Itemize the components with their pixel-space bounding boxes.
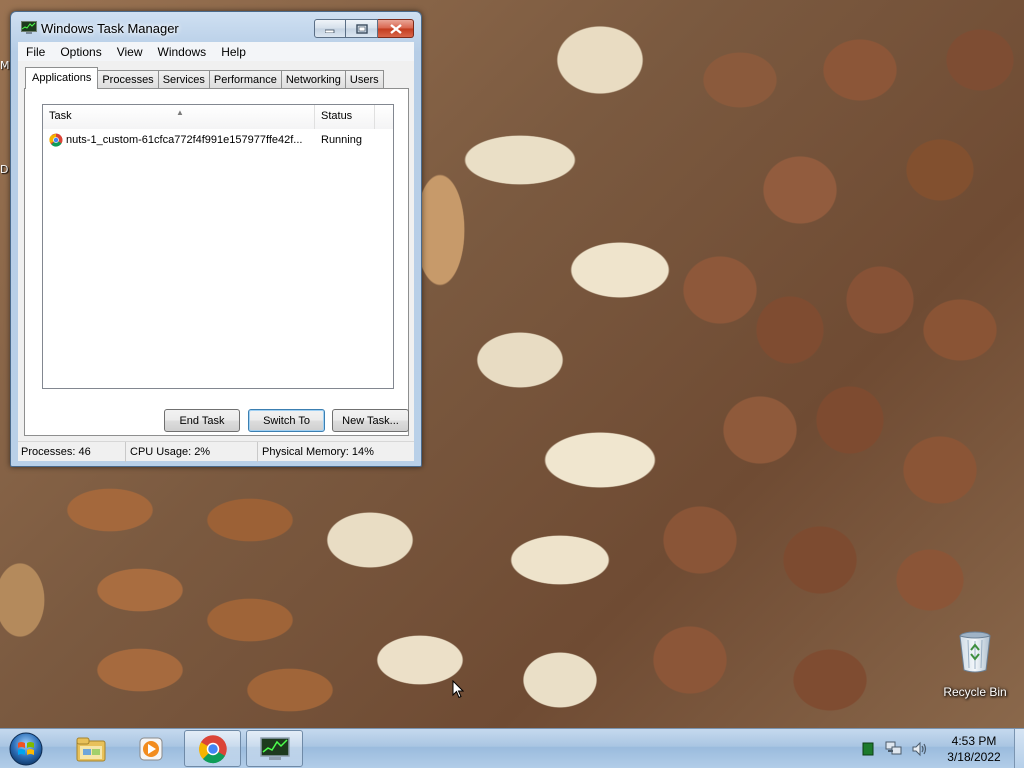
show-desktop-button[interactable] [1014, 729, 1024, 768]
window-title: Windows Task Manager [41, 21, 179, 36]
recycle-bin-icon [959, 631, 991, 673]
tab-processes[interactable]: Processes [98, 70, 159, 89]
windows-start-icon [9, 732, 43, 766]
table-row[interactable]: nuts-1_custom-61cfca772f4f991e157977ffe4… [43, 131, 393, 149]
clock-date: 3/18/2022 [947, 750, 1001, 764]
task-manager-icon [259, 736, 290, 760]
volume-icon [912, 741, 927, 757]
column-header-task[interactable]: Task ▲ [43, 105, 315, 129]
menu-help[interactable]: Help [221, 45, 246, 59]
tab-strip: Applications Processes Services Performa… [25, 67, 384, 89]
task-name-cell: nuts-1_custom-61cfca772f4f991e157977ffe4… [43, 133, 315, 147]
new-task-button[interactable]: New Task... [332, 409, 409, 432]
status-bar: Processes: 46 CPU Usage: 2% Physical Mem… [18, 441, 414, 462]
windows-explorer-icon [76, 737, 105, 761]
menu-bar: File Options View Windows Help [18, 42, 414, 61]
column-header-status[interactable]: Status [315, 105, 375, 129]
end-task-button[interactable]: End Task [164, 409, 240, 432]
menu-windows[interactable]: Windows [158, 45, 207, 59]
taskbar-chrome-button[interactable] [184, 730, 241, 767]
tab-services[interactable]: Services [158, 70, 210, 89]
menu-view[interactable]: View [117, 45, 143, 59]
tab-users[interactable]: Users [345, 70, 384, 89]
tray-volume[interactable] [910, 739, 930, 759]
menu-options[interactable]: Options [60, 45, 101, 59]
minimize-button[interactable] [314, 19, 346, 38]
start-button[interactable] [6, 731, 46, 767]
taskbar-explorer-button[interactable] [62, 730, 119, 767]
applications-tab-panel: Task ▲ Status nuts-1_custom-61cfca772f4f… [24, 88, 409, 436]
column-header-filler [375, 105, 393, 129]
tray-network[interactable] [884, 739, 904, 759]
task-manager-window[interactable]: Windows Task Manager File Options View W… [10, 11, 422, 467]
tab-applications[interactable]: Applications [25, 67, 99, 89]
tab-networking[interactable]: Networking [281, 70, 346, 89]
column-header-task-label: Task [49, 110, 72, 122]
recycle-bin[interactable]: Recycle Bin [942, 630, 1008, 699]
recycle-bin-label: Recycle Bin [943, 685, 1007, 699]
task-list-header: Task ▲ Status [43, 105, 393, 129]
network-icon [885, 741, 902, 755]
task-manager-icon [21, 21, 37, 34]
chrome-icon [49, 133, 63, 147]
minimize-icon [325, 29, 335, 33]
desktop-edge-label: D [0, 163, 9, 176]
column-header-status-label: Status [321, 110, 353, 122]
maximize-button[interactable] [346, 19, 378, 38]
window-client-area: Applications Processes Services Performa… [18, 61, 414, 462]
task-list[interactable]: Task ▲ Status nuts-1_custom-61cfca772f4f… [42, 104, 394, 389]
maximize-icon [355, 23, 368, 34]
tab-performance[interactable]: Performance [209, 70, 282, 89]
status-cpu-usage: CPU Usage: 2% [126, 441, 258, 462]
menu-file[interactable]: File [26, 45, 45, 59]
network-activity-icon [862, 742, 874, 756]
taskbar: 4:53 PM 3/18/2022 [0, 728, 1024, 768]
status-processes: Processes: 46 [18, 441, 126, 462]
status-physical-memory: Physical Memory: 14% [262, 445, 374, 458]
task-status: Running [321, 134, 362, 146]
clock-time: 4:53 PM [951, 734, 997, 748]
tray-network-activity[interactable] [858, 739, 878, 759]
desktop-edge-label: M [0, 59, 10, 72]
media-player-icon [139, 737, 162, 760]
switch-to-button[interactable]: Switch To [248, 409, 325, 432]
sort-ascending-icon: ▲ [176, 108, 184, 117]
chrome-icon [198, 734, 227, 763]
taskbar-clock[interactable]: 4:53 PM 3/18/2022 [936, 733, 1012, 765]
close-button[interactable] [378, 19, 414, 38]
close-icon [389, 23, 402, 34]
system-tray [858, 729, 936, 768]
task-name: nuts-1_custom-61cfca772f4f991e157977ffe4… [66, 134, 303, 146]
title-bar[interactable]: Windows Task Manager [11, 12, 421, 42]
taskbar-task-manager-button[interactable] [246, 730, 303, 767]
taskbar-media-player-button[interactable] [122, 730, 179, 767]
